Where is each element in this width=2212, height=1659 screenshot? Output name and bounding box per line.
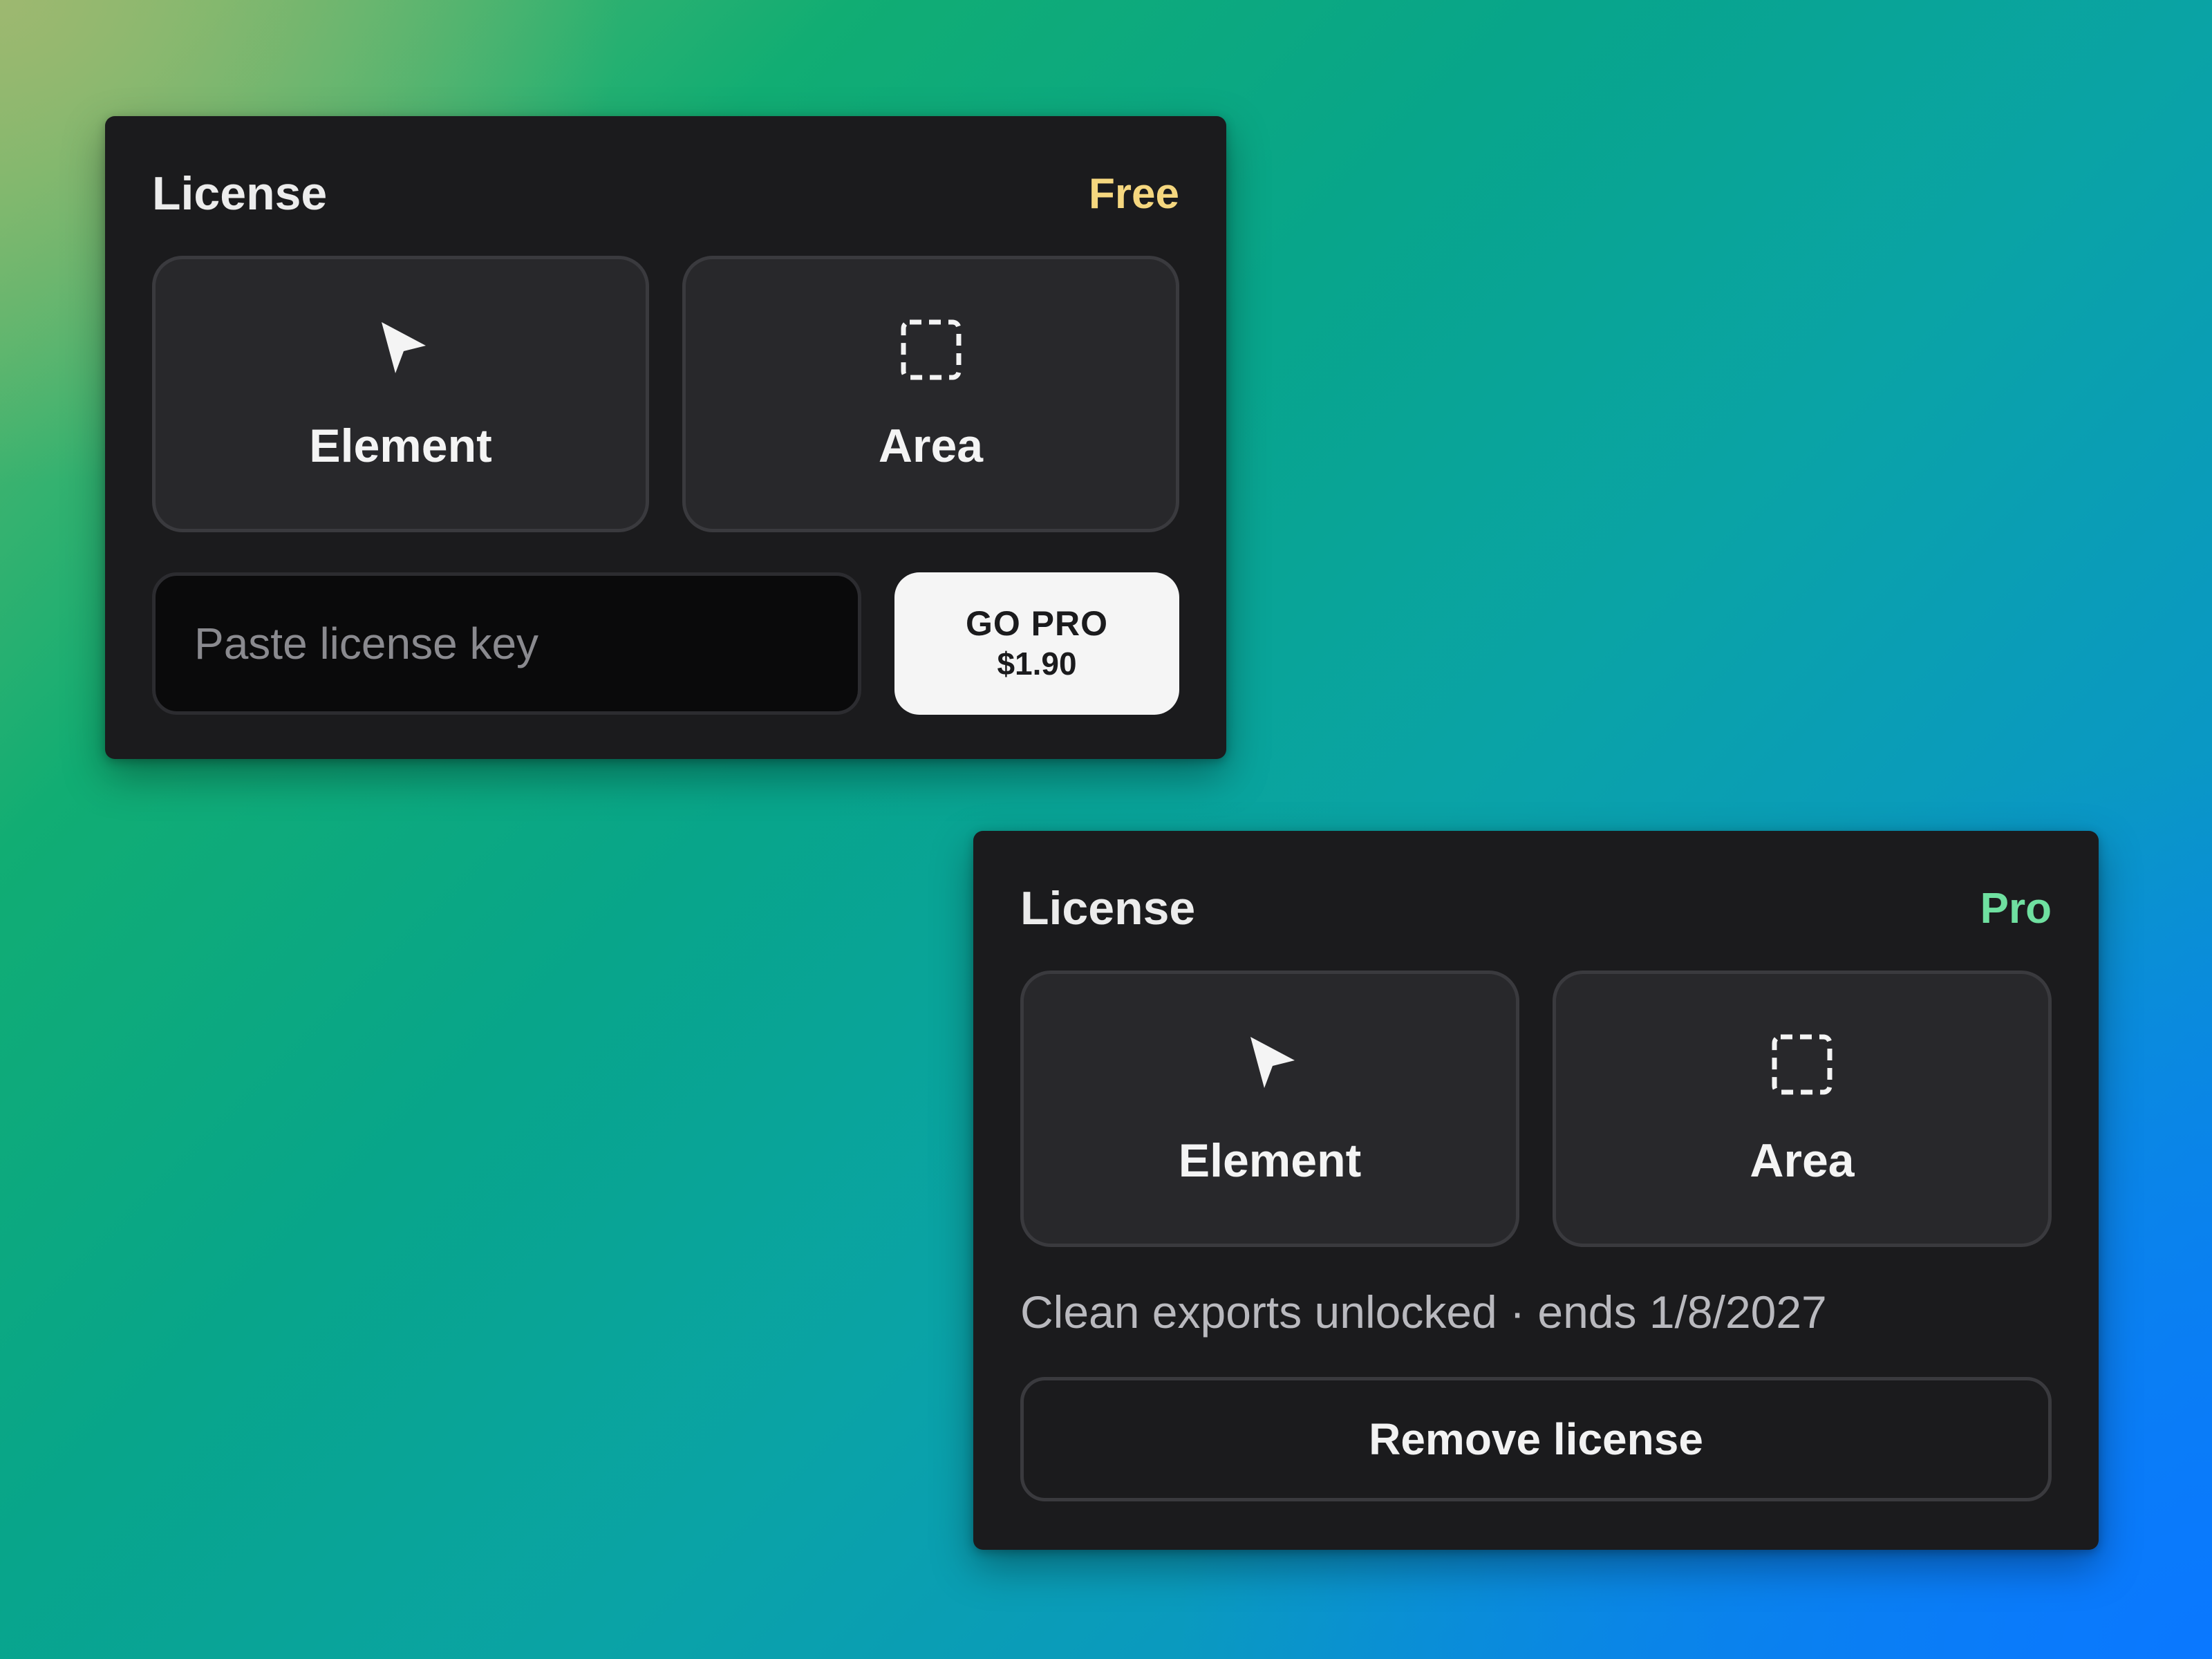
go-pro-label: GO PRO xyxy=(965,604,1109,644)
go-pro-button[interactable]: GO PRO $1.90 xyxy=(894,572,1179,715)
area-mode-button[interactable]: Area xyxy=(1553,971,2052,1247)
license-panel-pro: License Pro Element Area Clean exports u… xyxy=(973,831,2099,1550)
element-mode-button[interactable]: Element xyxy=(1020,971,1519,1247)
cursor-arrow-icon xyxy=(1250,1037,1295,1088)
go-pro-price: $1.90 xyxy=(997,646,1077,682)
dashed-selection-icon xyxy=(901,319,961,380)
area-mode-label: Area xyxy=(1750,1134,1855,1187)
capture-mode-row: Element Area xyxy=(1020,971,2052,1247)
cursor-arrow-icon xyxy=(381,322,426,373)
plan-badge-pro: Pro xyxy=(1980,884,2052,932)
remove-license-button[interactable]: Remove license xyxy=(1020,1377,2052,1501)
panel-title: License xyxy=(1020,882,1196,935)
plan-badge-free: Free xyxy=(1089,169,1179,218)
panel-header: License Free xyxy=(152,159,1179,228)
panel-title: License xyxy=(152,167,328,220)
license-key-input[interactable] xyxy=(152,572,861,715)
license-status-text: Clean exports unlocked · ends 1/8/2027 xyxy=(1020,1286,1827,1338)
area-mode-label: Area xyxy=(878,420,984,472)
license-key-row: GO PRO $1.90 xyxy=(152,572,1179,715)
license-panel-free: License Free Element Area GO PRO $1.90 xyxy=(105,116,1226,759)
dashed-selection-icon xyxy=(1772,1034,1833,1095)
element-mode-label: Element xyxy=(309,420,492,472)
panel-header: License Pro xyxy=(1020,874,2052,943)
element-mode-button[interactable]: Element xyxy=(152,256,649,532)
element-mode-label: Element xyxy=(1178,1134,1362,1187)
capture-mode-row: Element Area xyxy=(152,256,1179,532)
area-mode-button[interactable]: Area xyxy=(682,256,1179,532)
